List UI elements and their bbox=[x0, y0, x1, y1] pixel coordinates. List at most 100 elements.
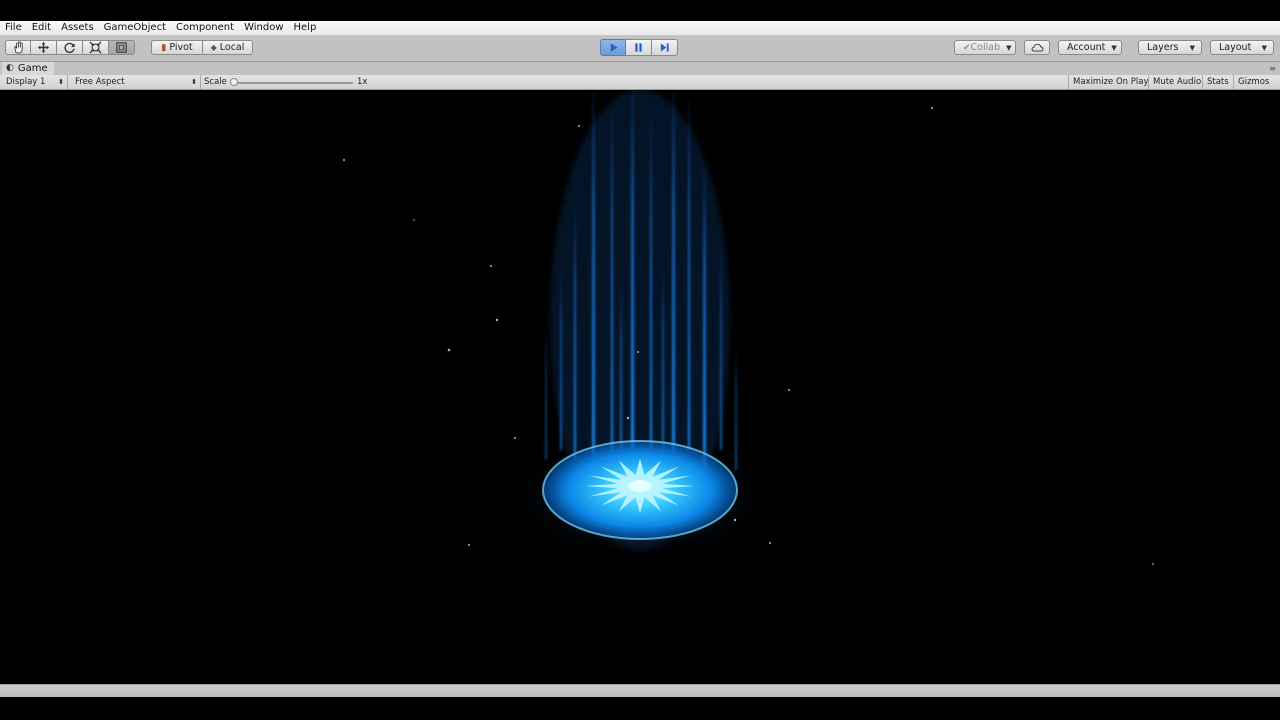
layers-dropdown[interactable]: Layers ▼ bbox=[1138, 40, 1202, 55]
transform-tools bbox=[5, 40, 135, 55]
local-label: Local bbox=[219, 42, 245, 53]
pivot-toggle-button[interactable]: ▮ Pivot bbox=[151, 40, 203, 55]
particle bbox=[468, 544, 470, 546]
display-label: Display 1 bbox=[6, 77, 46, 87]
layers-group: Layers ▼ bbox=[1138, 40, 1202, 55]
menu-bar: File Edit Assets GameObject Component Wi… bbox=[0, 21, 1280, 36]
game-viewport[interactable] bbox=[0, 90, 1280, 684]
letterbox-bottom bbox=[0, 697, 1280, 720]
particle bbox=[1152, 563, 1154, 565]
game-view-toolbar: Display 1 ⬍ Free Aspect ⬍ Scale 1x Maxim… bbox=[0, 75, 1280, 90]
cloud-button[interactable] bbox=[1024, 40, 1050, 55]
light-beam bbox=[545, 330, 547, 460]
tab-menu-icon[interactable]: ≡ bbox=[1269, 64, 1276, 73]
light-beam bbox=[631, 90, 634, 450]
particle bbox=[490, 265, 492, 267]
menu-component[interactable]: Component bbox=[171, 21, 239, 35]
account-chevron-down-icon: ▼ bbox=[1111, 43, 1117, 52]
particle bbox=[931, 107, 933, 109]
layout-chevron-down-icon: ▼ bbox=[1261, 43, 1267, 52]
status-bar bbox=[0, 684, 1280, 698]
layers-chevron-down-icon: ▼ bbox=[1189, 43, 1195, 52]
light-beam bbox=[560, 270, 562, 450]
light-beam bbox=[672, 90, 675, 460]
layout-group: Layout ▼ bbox=[1210, 40, 1274, 55]
pause-icon bbox=[635, 43, 642, 52]
pivot-toggles: ▮ Pivot ◆ Local bbox=[151, 40, 253, 55]
main-toolbar: ▮ Pivot ◆ Local ✔ Collab ▼ Account ▼ Lay… bbox=[0, 36, 1280, 62]
collab-check-icon: ✔ bbox=[963, 42, 971, 53]
light-beam bbox=[662, 270, 664, 460]
local-toggle-button[interactable]: ◆ Local bbox=[203, 40, 253, 55]
gizmos-dropdown[interactable]: Gizmos bbox=[1233, 75, 1273, 89]
rect-icon bbox=[116, 42, 127, 53]
layout-label: Layout bbox=[1219, 42, 1252, 53]
display-updown-icon: ⬍ bbox=[58, 78, 64, 86]
particle bbox=[343, 159, 345, 161]
portal-effect bbox=[343, 90, 1154, 565]
menu-gameobject[interactable]: GameObject bbox=[99, 21, 171, 35]
hand-icon bbox=[13, 41, 23, 54]
play-icon bbox=[610, 43, 618, 52]
cloud-icon bbox=[1031, 43, 1043, 52]
playback-controls bbox=[600, 39, 678, 56]
collab-chevron-down-icon: ▼ bbox=[1006, 43, 1012, 52]
scale-tool-button[interactable] bbox=[83, 40, 109, 55]
collab-dropdown[interactable]: ✔ Collab ▼ bbox=[954, 40, 1016, 55]
menu-help[interactable]: Help bbox=[289, 21, 322, 35]
rotate-icon bbox=[64, 42, 75, 54]
pause-button[interactable] bbox=[626, 39, 652, 56]
scale-slider-track[interactable] bbox=[233, 82, 353, 84]
aspect-updown-icon: ⬍ bbox=[191, 78, 197, 86]
scale-slider-thumb[interactable] bbox=[230, 78, 238, 86]
scale-label: Scale bbox=[204, 77, 227, 87]
mute-audio-toggle[interactable]: Mute Audio bbox=[1148, 75, 1205, 89]
game-controller-icon: ◐ bbox=[6, 63, 14, 73]
collab-label: Collab bbox=[970, 42, 1001, 53]
particle bbox=[733, 518, 737, 522]
move-arrows-icon bbox=[37, 41, 50, 54]
pivot-label: Pivot bbox=[169, 42, 193, 53]
stats-toggle[interactable]: Stats bbox=[1202, 75, 1233, 89]
particle bbox=[495, 318, 499, 322]
rect-tool-button[interactable] bbox=[109, 40, 135, 55]
step-button[interactable] bbox=[652, 39, 678, 56]
light-beam bbox=[611, 110, 613, 460]
collab-group: ✔ Collab ▼ bbox=[954, 40, 1016, 55]
move-tool-button[interactable] bbox=[31, 40, 57, 55]
tab-game[interactable]: ◐ Game bbox=[2, 62, 54, 75]
play-button[interactable] bbox=[600, 39, 626, 56]
flower-center bbox=[628, 480, 652, 492]
account-group: Account ▼ bbox=[1058, 40, 1122, 55]
light-beam bbox=[592, 90, 595, 470]
particle bbox=[769, 542, 771, 544]
account-dropdown[interactable]: Account ▼ bbox=[1058, 40, 1122, 55]
rotate-tool-button[interactable] bbox=[57, 40, 83, 55]
aspect-label: Free Aspect bbox=[75, 77, 125, 87]
particle bbox=[578, 125, 580, 127]
scale-icon bbox=[89, 41, 102, 54]
light-beam bbox=[574, 210, 576, 460]
menu-edit[interactable]: Edit bbox=[27, 21, 56, 35]
light-beam bbox=[688, 100, 690, 450]
particle bbox=[447, 348, 451, 352]
particle bbox=[413, 219, 415, 221]
display-dropdown[interactable]: Display 1 ⬍ bbox=[0, 75, 68, 89]
particle bbox=[514, 437, 516, 439]
step-icon bbox=[660, 43, 669, 52]
local-cube-icon: ◆ bbox=[210, 43, 217, 52]
menu-assets[interactable]: Assets bbox=[56, 21, 99, 35]
aspect-dropdown[interactable]: Free Aspect ⬍ bbox=[69, 75, 201, 89]
game-tab-title: Game bbox=[17, 63, 48, 74]
maximize-on-play-toggle[interactable]: Maximize On Play bbox=[1068, 75, 1152, 89]
portal-flower bbox=[585, 458, 695, 514]
particle bbox=[626, 416, 630, 420]
particle bbox=[637, 351, 639, 353]
light-beam bbox=[650, 120, 652, 460]
letterbox-top bbox=[0, 0, 1280, 21]
menu-window[interactable]: Window bbox=[239, 21, 288, 35]
hand-tool-button[interactable] bbox=[5, 40, 31, 55]
layout-dropdown[interactable]: Layout ▼ bbox=[1210, 40, 1274, 55]
light-beam bbox=[703, 170, 706, 470]
menu-file[interactable]: File bbox=[0, 21, 27, 35]
